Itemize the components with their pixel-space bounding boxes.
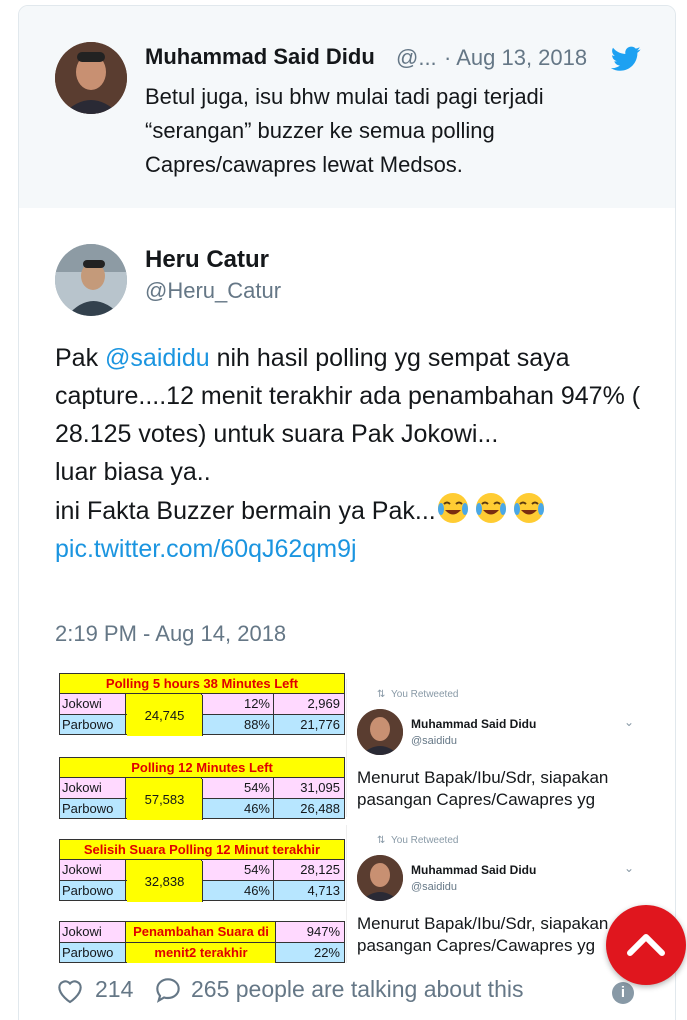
table-cell: 2,969 <box>274 694 344 714</box>
tweet-text-prefix: Pak <box>55 344 106 372</box>
table-cell: Parbowo <box>60 799 126 818</box>
author-avatar[interactable] <box>55 244 127 316</box>
tweet-line-2: luar biasa ya.. <box>55 458 211 486</box>
table-cell: Jokowi <box>60 778 126 798</box>
table-cell: Jokowi <box>60 860 126 880</box>
retweet-label: You Retweeted <box>391 835 459 846</box>
retweet-text: Menurut Bapak/Ibu/Sdr, siapakan pasangan… <box>357 914 609 955</box>
table-cell: 28,125 <box>274 860 344 880</box>
table-cell: 54% <box>202 778 274 798</box>
table-cell: 54% <box>202 860 274 880</box>
parent-avatar[interactable] <box>55 42 127 114</box>
polling-table-1: Polling 5 hours 38 Minutes Left Jokowi 12… <box>59 673 345 736</box>
table-total: 57,583 <box>127 779 203 820</box>
retweet-label: You Retweeted <box>391 689 459 700</box>
parent-tweet[interactable]: Muhammad Said Didu @... · Aug 13, 2018 B… <box>19 6 675 208</box>
table-cell: Penambahan Suara di <box>127 922 276 942</box>
polling-table-2: Polling 12 Minutes Left Jokowi 54% 31,095 … <box>59 757 345 820</box>
table-cell: 22% <box>275 943 344 962</box>
table-cell: menit2 terakhir <box>127 943 276 963</box>
table-cell: 46% <box>202 799 274 818</box>
table-cell: 88% <box>202 715 274 734</box>
retweet-avatar <box>357 855 403 901</box>
twitter-bird-icon[interactable] <box>610 46 641 72</box>
info-icon[interactable]: i <box>612 982 634 1004</box>
pic-link[interactable]: pic.twitter.com/60qJ62qm9j <box>55 535 357 563</box>
chevron-down-icon: ⌄ <box>623 715 634 729</box>
parent-author-handle[interactable]: @... <box>396 45 437 71</box>
retweet-icon: ⇅ <box>377 835 386 846</box>
tears-of-joy-emoji-icon <box>436 491 470 525</box>
table-cell: 46% <box>202 881 274 900</box>
table-cell: 947% <box>275 922 344 942</box>
table-cell: Parbowo <box>60 943 126 962</box>
parent-tweet-text: Betul juga, isu bhw mulai tadi pagi terj… <box>145 84 544 177</box>
table-cell: 12% <box>202 694 274 714</box>
tweet-timestamp[interactable]: 2:19 PM - Aug 14, 2018 <box>55 621 286 647</box>
retweet-author-handle: @saididu <box>411 735 458 747</box>
retweet-text: Menurut Bapak/Ibu/Sdr, siapakan pasangan… <box>357 768 609 809</box>
retweet-screenshot-2: ⇅ You Retweeted Muhammad Said Didu @said… <box>346 825 643 963</box>
tweet-actions: 214 265 people are talking about this i <box>54 972 644 1012</box>
table-cell: Jokowi <box>60 922 126 942</box>
retweet-author-name: Muhammad Said Didu <box>411 863 537 877</box>
table-total: 32,838 <box>127 861 203 902</box>
polling-table-4: Jokowi 947% Parbowo 22% Penambahan Suara d… <box>59 921 345 963</box>
polling-table-3: Selisih Suara Polling 12 Minut terakhir … <box>59 839 345 902</box>
tweet-card: Muhammad Said Didu @... · Aug 13, 2018 B… <box>18 5 676 1020</box>
table-title: Polling 12 Minutes Left <box>60 758 344 778</box>
tears-of-joy-emoji-icon <box>512 491 546 525</box>
author-handle[interactable]: @Heru_Catur <box>145 278 281 304</box>
retweet-icon: ⇅ <box>377 689 386 700</box>
retweet-author-handle: @saididu <box>411 881 458 893</box>
chevron-up-icon <box>627 934 665 956</box>
retweet-avatar <box>357 709 403 755</box>
heart-icon[interactable] <box>54 974 86 1006</box>
table-cell: 4,713 <box>274 881 344 900</box>
author-name[interactable]: Heru Catur <box>145 246 269 274</box>
talking-count[interactable]: 265 people are talking about this <box>191 976 523 1003</box>
chevron-down-icon: ⌄ <box>623 861 634 875</box>
parent-author-name[interactable]: Muhammad Said Didu <box>145 44 375 70</box>
tweet-text: Pak @saididu nih hasil polling yg sempat… <box>55 339 655 568</box>
tweet-media-image[interactable]: Polling 5 hours 38 Minutes Left Jokowi 12… <box>55 663 643 963</box>
table-total: 24,745 <box>127 695 203 736</box>
mention-link[interactable]: @saididu <box>105 344 210 372</box>
table-cell: Parbowo <box>60 881 126 900</box>
like-count[interactable]: 214 <box>95 976 133 1003</box>
table-cell: Parbowo <box>60 715 126 734</box>
table-cell: 21,776 <box>274 715 344 734</box>
retweet-author-name: Muhammad Said Didu <box>411 717 537 731</box>
tears-of-joy-emoji-icon <box>474 491 508 525</box>
table-cell: 26,488 <box>274 799 344 818</box>
table-title: Selisih Suara Polling 12 Minut terakhir <box>60 840 344 860</box>
speech-bubble-icon[interactable] <box>152 974 184 1006</box>
table-title: Polling 5 hours 38 Minutes Left <box>60 674 344 694</box>
polling-tables: Polling 5 hours 38 Minutes Left Jokowi 12… <box>59 673 346 963</box>
scroll-to-top-button[interactable] <box>606 905 686 985</box>
retweet-screenshot-1: ⇅ You Retweeted Muhammad Said Didu @said… <box>346 679 643 817</box>
table-cell: 31,095 <box>274 778 344 798</box>
parent-date[interactable]: · Aug 13, 2018 <box>444 45 587 71</box>
tweet-line-3: ini Fakta Buzzer bermain ya Pak... <box>55 497 436 525</box>
table-cell: Jokowi <box>60 694 126 714</box>
